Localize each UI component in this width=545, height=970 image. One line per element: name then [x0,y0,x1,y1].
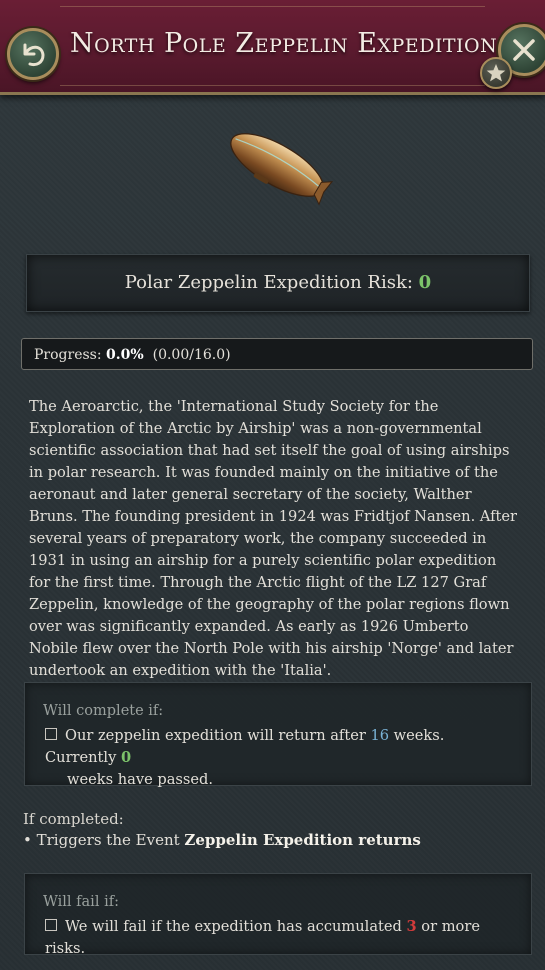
failure-risk-limit: 3 [406,918,417,935]
if-completed-header: If completed: [23,810,124,828]
failure-conditions-box: Will fail if: We will fail if the expedi… [24,873,532,957]
completion-current: 0 [120,749,132,766]
title-bar: North Pole Zeppelin Expedition [0,0,545,95]
progress-text: Progress: 0.0% (0.00/16.0) [34,339,231,371]
back-arrow-icon [23,43,45,67]
event-link[interactable]: Zeppelin Expedition returns [184,831,420,849]
zeppelin-icon [230,133,334,206]
description-text: The Aeroarctic, the 'International Study… [29,398,518,679]
progress-percent: 0.0% [106,347,144,363]
completion-text-a: Our zeppelin expedition will return afte… [65,727,371,744]
failure-condition: We will fail if the expedition has accum… [45,916,505,960]
risk-label: Polar Zeppelin Expedition Risk: [124,272,419,293]
page-title: North Pole Zeppelin Expedition [70,28,498,59]
progress-label: Progress: [34,347,107,363]
completion-condition: Our zeppelin expedition will return afte… [45,725,505,791]
star-icon [486,64,506,82]
checkbox-icon [45,728,57,740]
completion-conditions-box: Will complete if: Our zeppelin expeditio… [24,682,532,788]
risk-panel: Polar Zeppelin Expedition Risk: 0 [26,254,530,312]
if-completed-prefix: • Triggers the Event [23,831,185,849]
risk-value: 0 [418,272,432,293]
favorite-button[interactable] [480,57,512,89]
failure-text-a: We will fail if the expedition has accum… [65,918,407,935]
completion-text-c: weeks have passed. [67,771,213,788]
completion-header: Will complete if: [43,703,164,719]
failure-header: Will fail if: [43,894,119,910]
checkbox-icon [45,919,57,931]
completion-weeks: 16 [370,727,390,744]
progress-bar: Progress: 0.0% (0.00/16.0) [21,338,533,370]
if-completed-effect: • Triggers the Event Zeppelin Expedition… [23,831,421,849]
back-button[interactable] [7,28,59,80]
progress-detail: (0.00/16.0) [152,347,231,363]
